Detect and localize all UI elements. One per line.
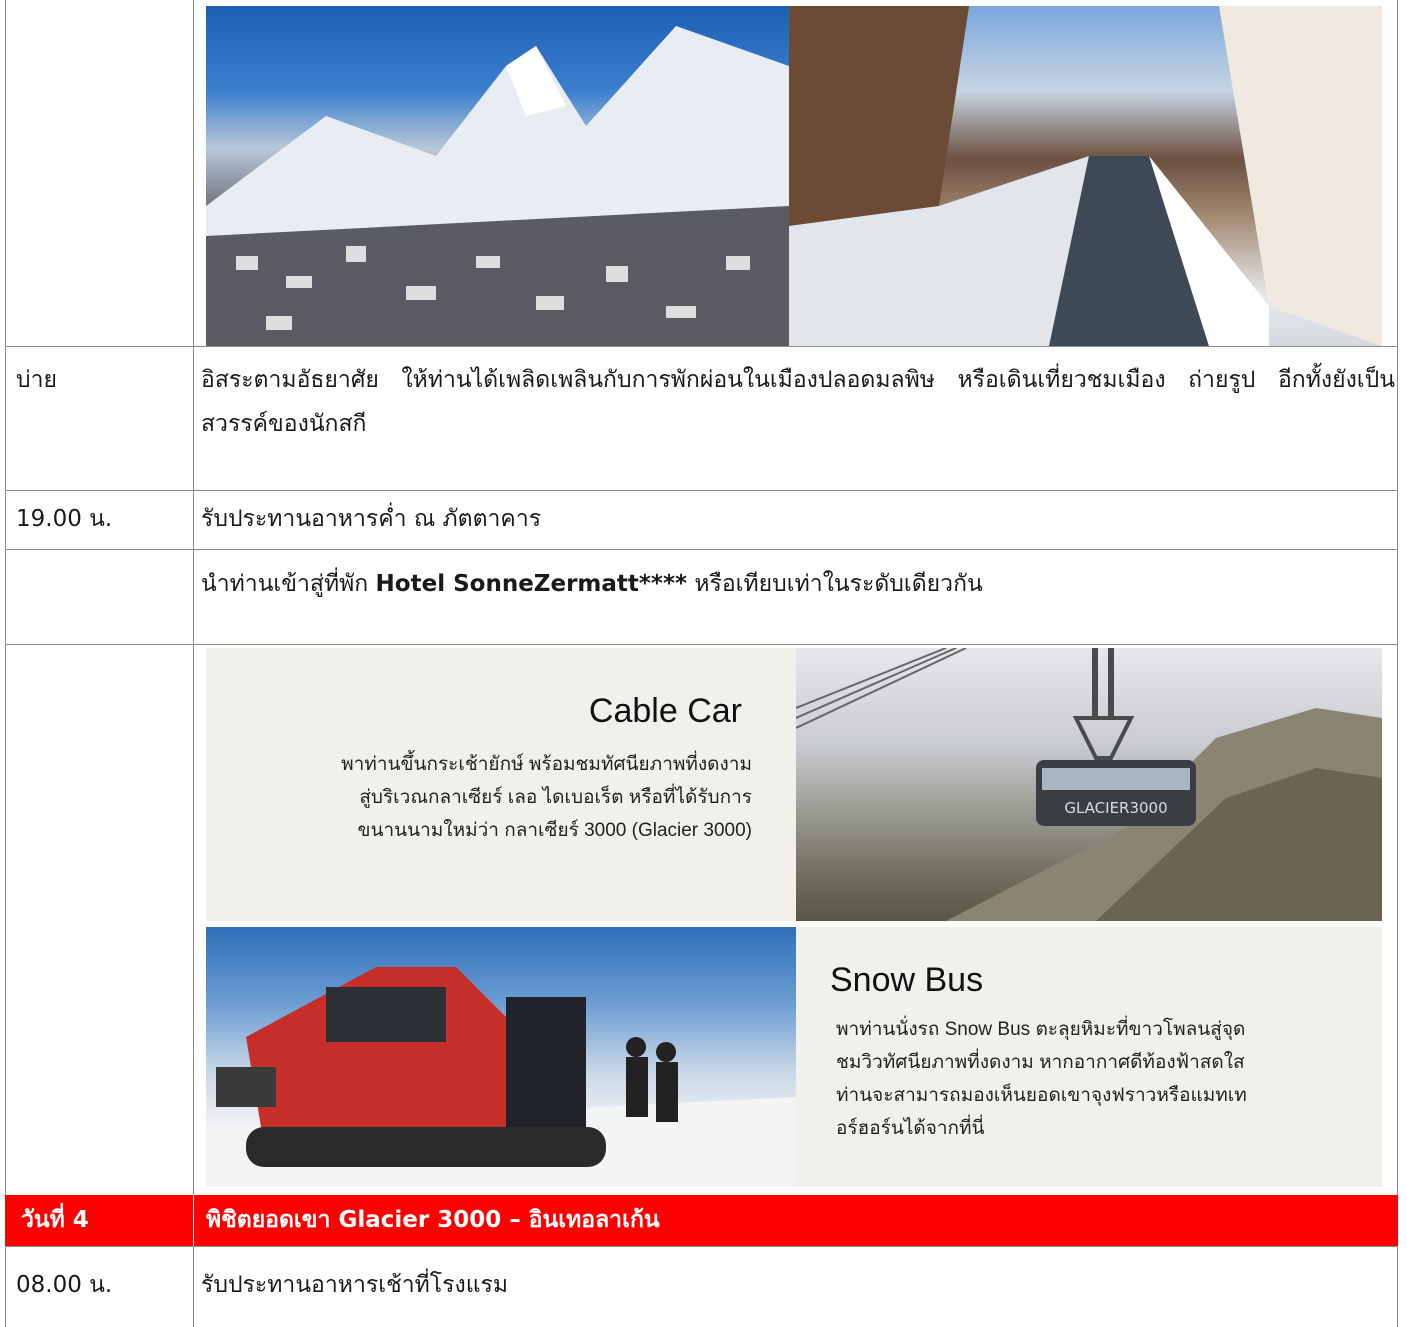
cable-car-line: สู่บริเวณกลาเซียร์ เลอ ไดเบอเร็ต หรือที่… (359, 787, 752, 808)
cable-car-line: ขนานนามใหม่ว่า กลาเซียร์ 3000 (Glacier 3… (357, 820, 752, 841)
snow-bus-info-panel: Snow Bus พาท่านนั่งรถ Snow Bus ตะลุยหิมะ… (796, 927, 1382, 1187)
gondola-illustration: GLACIER3000 (796, 648, 1382, 921)
hotel-description: นำท่านเข้าสู่ที่พัก Hotel SonneZermatt**… (201, 562, 1395, 606)
row-divider (5, 549, 1398, 550)
hotel-text-suffix: หรือเทียบเท่าในระดับเดียวกัน (687, 571, 983, 597)
cable-car-text: พาท่านขึ้นกระเช้ายักษ์ พร้อมชมทัศนียภาพท… (341, 748, 752, 847)
matterhorn-mountain-illustration (206, 26, 789, 346)
table-border-right (1397, 0, 1398, 1327)
gondola-label: GLACIER3000 (1064, 799, 1167, 817)
hotel-text-prefix: นำท่านเข้าสู่ที่พัก (201, 571, 376, 597)
free-time-description: อิสระตามอัธยาศัย ให้ท่านได้เพลิดเพลินกับ… (201, 367, 1395, 437)
column-divider (193, 0, 194, 1327)
zermatt-village-photo (206, 6, 789, 346)
row-divider (5, 490, 1398, 491)
snow-bus-illustration (206, 967, 796, 1187)
gondola-photo: GLACIER3000 (796, 648, 1382, 921)
row-divider (5, 644, 1398, 645)
day-header-divider (193, 1195, 194, 1246)
hotel-name: Hotel SonneZermatt**** (375, 571, 688, 597)
day-title: พิชิตยอดเขา Glacier 3000 – อินเทอลาเก้น (206, 1207, 660, 1233)
breakfast-description: รับประทานอาหารเช้าที่โรงแรม (201, 1272, 509, 1298)
cable-car-info-panel: Cable Car พาท่านขึ้นกระเช้ายักษ์ พร้อมชม… (206, 648, 796, 921)
row-divider (5, 1246, 1398, 1247)
cable-car-line: พาท่านขึ้นกระเช้ายักษ์ พร้อมชมทัศนียภาพท… (341, 754, 752, 775)
snow-bus-photo (206, 927, 796, 1187)
snowy-street-illustration (789, 6, 1382, 346)
time-dinner: 19.00 น. (16, 506, 113, 532)
table-border-left (5, 0, 6, 1327)
snow-bus-line: อร์ฮอร์นได้จากที่นี่ (836, 1118, 985, 1139)
cable-car-title: Cable Car (588, 692, 742, 730)
row-divider (5, 346, 1398, 347)
time-afternoon: บ่าย (16, 367, 57, 393)
zermatt-river-photo (789, 6, 1382, 346)
snow-bus-line: พาท่านนั่งรถ Snow Bus ตะลุยหิมะที่ขาวโพล… (836, 1019, 1246, 1040)
snow-bus-line: ท่านจะสามารถมองเห็นยอดเขาจุงฟราวหรือแมทเ… (836, 1085, 1247, 1106)
snow-bus-line: ชมวิวทัศนียภาพที่งดงาม หากอากาศดีท้องฟ้า… (836, 1052, 1245, 1073)
snow-bus-text: พาท่านนั่งรถ Snow Bus ตะลุยหิมะที่ขาวโพล… (836, 1013, 1247, 1145)
snow-bus-title: Snow Bus (830, 961, 984, 999)
time-breakfast: 08.00 น. (16, 1272, 113, 1298)
day-number: วันที่ 4 (21, 1207, 89, 1233)
dinner-description: รับประทานอาหารค่ำ ณ ภัตตาคาร (201, 506, 542, 532)
